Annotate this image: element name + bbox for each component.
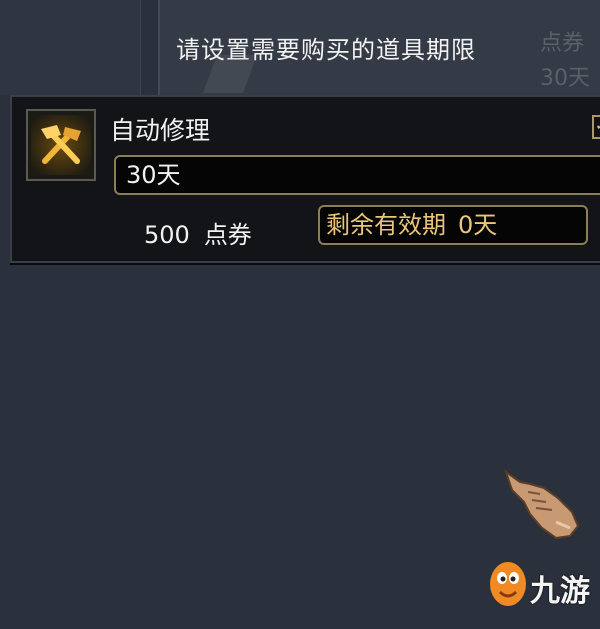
duration-dropdown[interactable]: 30天 (114, 155, 600, 195)
background-window-left (0, 0, 141, 95)
price-amount: 500 (144, 221, 190, 249)
dialog-title: 请设置需要购买的道具期限 (176, 36, 476, 64)
item-row: 自动修理 ✓ 30天 500 点券 剩余有效期 0天 (10, 95, 600, 263)
price-unit: 点券 (203, 221, 252, 249)
watermark-text: 九游 (530, 574, 590, 609)
remaining-validity-value: 0天 (458, 211, 498, 239)
background-price-label: 点券 (540, 31, 585, 56)
hammer-pick-icon (26, 109, 96, 181)
item-name: 自动修理 (110, 116, 211, 145)
price: 500 点券 (144, 215, 252, 250)
orange-mascot-logo (490, 562, 526, 606)
remaining-validity-label: 剩余有效期 (326, 211, 446, 239)
auto-renew-checkbox[interactable]: ✓ (592, 115, 600, 139)
gauntlet-hand-cursor-icon (500, 468, 584, 548)
background-duration-value: 30天 (540, 66, 590, 91)
remaining-validity-box: 剩余有效期 0天 (318, 205, 588, 245)
watermark: 九游 (488, 558, 598, 618)
